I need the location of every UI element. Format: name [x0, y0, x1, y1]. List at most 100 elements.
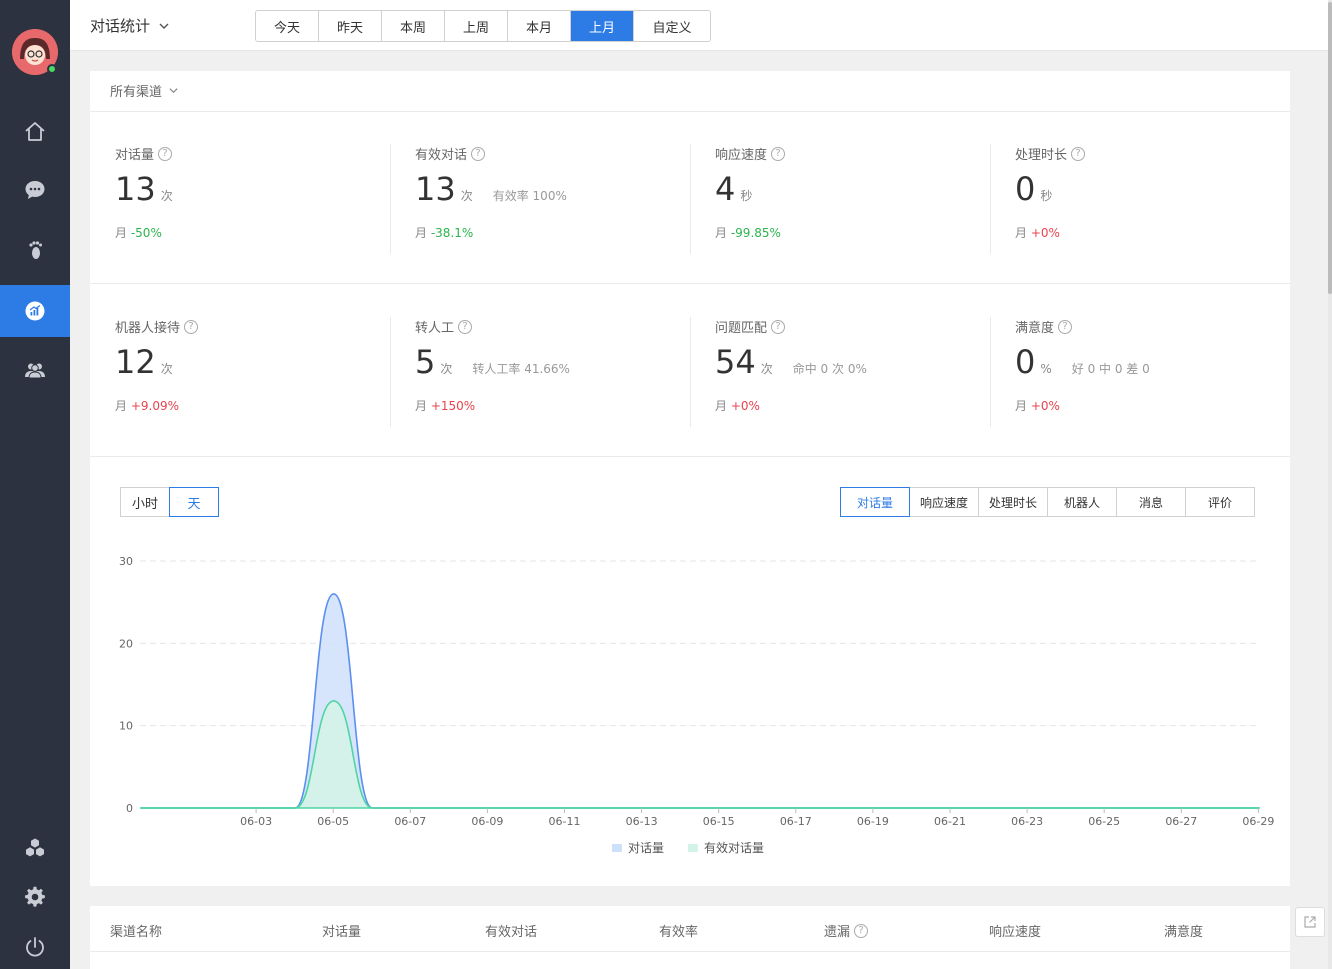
column-header-channel[interactable]: 渠道名称 — [110, 921, 162, 940]
x-tick-label: 06-29 — [1242, 815, 1274, 828]
nav-logout[interactable] — [0, 921, 70, 969]
trend-value: -50% — [130, 226, 162, 240]
stat-value: 54 — [715, 343, 756, 381]
y-tick-label: 0 — [126, 802, 133, 815]
y-tick-label: 30 — [119, 555, 133, 568]
divider — [90, 111, 1290, 112]
stat-block: 满意度? 0% 好 0 中 0 差 0 月 +0% — [990, 317, 1290, 427]
stat-label: 转人工? — [415, 317, 473, 336]
stat-block: 有效对话? 13 次 有效率 100% 月 -38.1% — [390, 144, 690, 254]
help-icon[interactable]: ? — [1058, 319, 1073, 334]
nav-chat[interactable] — [0, 164, 70, 216]
stat-trend: 月 +0% — [1015, 399, 1060, 413]
legend-label: 对话量 — [628, 841, 665, 855]
export-button[interactable] — [1295, 907, 1325, 937]
tab-messages[interactable]: 消息 — [1116, 487, 1186, 517]
stat-extra: 命中 0 次 0% — [792, 362, 867, 376]
help-icon[interactable]: ? — [184, 319, 199, 334]
tab-hour[interactable]: 小时 — [120, 487, 170, 517]
trend-value: +0% — [730, 399, 760, 413]
trend-value: -99.85% — [730, 226, 781, 240]
stat-unit: % — [1040, 362, 1052, 376]
column-header-missed[interactable]: 遗漏? — [824, 921, 869, 940]
stat-label: 满意度? — [1015, 317, 1073, 336]
sidebar — [0, 0, 70, 969]
stat-value-row: 13 次 有效率 100% — [415, 170, 567, 208]
stat-value-row: 0% 好 0 中 0 差 0 — [1015, 343, 1150, 381]
x-tick-label: 06-07 — [394, 815, 426, 828]
nav-users[interactable] — [0, 344, 70, 396]
conversation-chart: 0 10 20 30 06-03 06-05 06-07 06-09 06-11 06-13 06-… — [90, 541, 1290, 861]
metric-tabs: 对话量 响应速度 处理时长 机器人 消息 评价 — [840, 487, 1255, 517]
stat-value: 4 — [715, 170, 736, 208]
tab-last-month[interactable]: 上月 — [571, 11, 634, 41]
nav-footprint[interactable] — [0, 224, 70, 276]
stat-value-row: 0秒 — [1015, 170, 1052, 208]
tab-ratings[interactable]: 评价 — [1185, 487, 1255, 517]
nav-statistics[interactable] — [0, 285, 70, 337]
column-header-effective[interactable]: 有效对话 — [485, 921, 537, 940]
stats-card: 所有渠道 对话量? 13 次月 -50% 有效对话? 13 次有效率 100% 月 -38.… — [90, 71, 1290, 886]
column-header-response-speed[interactable]: 响应速度 — [989, 921, 1041, 940]
help-icon[interactable]: ? — [771, 319, 786, 334]
online-status-dot — [47, 64, 57, 74]
apps-icon — [26, 838, 44, 857]
tab-conversations[interactable]: 对话量 — [840, 487, 910, 517]
stat-block: 机器人接待? 12 次月 +9.09% — [90, 317, 390, 427]
column-header-conversations[interactable]: 对话量 — [322, 921, 361, 940]
stat-trend: 月 +0% — [1015, 226, 1060, 240]
nav-settings[interactable] — [0, 871, 70, 923]
x-tick-label: 06-15 — [703, 815, 735, 828]
tab-this-month[interactable]: 本月 — [508, 11, 571, 41]
stat-trend: 月 +9.09% — [115, 399, 180, 413]
help-icon[interactable]: ? — [771, 146, 786, 161]
tab-this-week[interactable]: 本周 — [382, 11, 445, 41]
help-icon[interactable]: ? — [1071, 146, 1086, 161]
legend-swatch-series-2 — [688, 843, 699, 852]
help-icon[interactable]: ? — [158, 146, 173, 161]
x-tick-label: 06-19 — [857, 815, 889, 828]
stat-value-row: 12 次 — [115, 343, 173, 381]
tab-yesterday[interactable]: 昨天 — [319, 11, 382, 41]
help-icon[interactable]: ? — [458, 319, 473, 334]
page-title-dropdown[interactable]: 对话统计 — [90, 15, 170, 36]
x-tick-label: 06-13 — [626, 815, 658, 828]
stat-unit: 秒 — [1040, 189, 1053, 203]
table-header-row: 渠道名称 对话量 有效对话 有效率 遗漏? 响应速度 满意度 — [90, 906, 1290, 952]
column-header-effective-rate[interactable]: 有效率 — [659, 921, 698, 940]
channel-filter-dropdown[interactable]: 所有渠道 — [110, 81, 179, 100]
tab-last-week[interactable]: 上周 — [445, 11, 508, 41]
tab-response-speed[interactable]: 响应速度 — [909, 487, 979, 517]
tab-custom[interactable]: 自定义 — [634, 11, 710, 41]
stat-extra: 好 0 中 0 差 0 — [1071, 362, 1150, 376]
page-title: 对话统计 — [90, 17, 151, 35]
tab-today[interactable]: 今天 — [256, 11, 319, 41]
legend-item[interactable]: 对话量 — [612, 839, 664, 856]
stat-unit: 次 — [160, 189, 173, 203]
legend-item[interactable]: 有效对话量 — [688, 839, 764, 856]
nav-home[interactable] — [0, 106, 70, 158]
scrollbar-thumb[interactable] — [1328, 2, 1332, 294]
column-header-satisfaction[interactable]: 满意度 — [1164, 921, 1203, 940]
tab-handling-time[interactable]: 处理时长 — [978, 487, 1048, 517]
trend-value: -38.1% — [430, 226, 474, 240]
stat-separator — [390, 144, 391, 254]
stat-separator — [990, 317, 991, 427]
stat-value: 13 — [115, 170, 156, 208]
chart-svg: 0 10 20 30 06-03 06-05 06-07 06-09 06-11 06-13 06-… — [119, 555, 1274, 828]
nav-apps[interactable] — [0, 822, 70, 874]
scrollbar-track[interactable] — [1328, 0, 1332, 969]
trend-value: +150% — [430, 399, 476, 413]
tab-robot[interactable]: 机器人 — [1047, 487, 1117, 517]
y-tick-label: 10 — [119, 720, 133, 733]
stat-unit: 次 — [440, 362, 453, 376]
divider — [90, 283, 1290, 284]
help-icon[interactable]: ? — [854, 923, 869, 938]
home-icon — [25, 122, 45, 141]
tab-day[interactable]: 天 — [169, 487, 219, 517]
stat-label: 对话量? — [115, 144, 173, 163]
stat-separator — [690, 144, 691, 254]
stat-value: 13 — [415, 170, 456, 208]
stat-trend: 月 -50% — [115, 226, 162, 240]
help-icon[interactable]: ? — [471, 146, 486, 161]
